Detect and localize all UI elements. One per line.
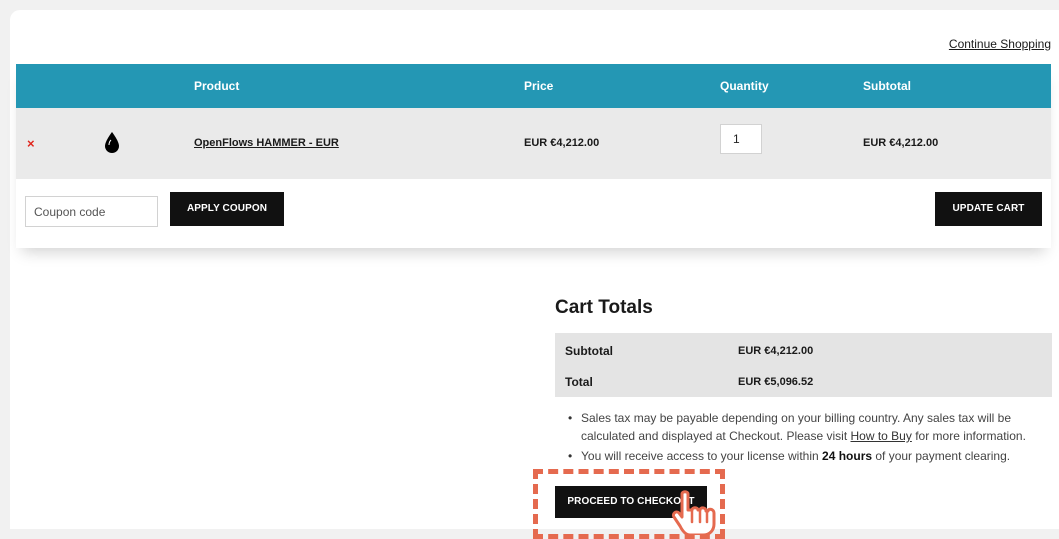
tax-note-suffix: for more information. xyxy=(911,429,1026,443)
remove-item-icon[interactable]: × xyxy=(27,136,35,151)
totals-subtotal-label: Subtotal xyxy=(565,344,613,358)
pointer-hand-icon xyxy=(672,490,716,535)
column-price: Price xyxy=(524,79,554,93)
totals-subtotal-value: EUR €4,212.00 xyxy=(738,345,814,357)
product-price: EUR €4,212.00 xyxy=(524,137,600,149)
access-hours: 24 hours xyxy=(822,449,873,463)
table-row: × OpenFlows HAMMER - EUR EUR €4,212.00 E… xyxy=(16,108,1051,179)
cart-totals-title: Cart Totals xyxy=(555,297,653,318)
continue-shopping-link[interactable]: Continue Shopping xyxy=(949,37,1051,51)
table-header: Product Price Quantity Subtotal xyxy=(16,64,1051,108)
totals-total-value: EUR €5,096.52 xyxy=(738,376,814,388)
how-to-buy-link[interactable]: How to Buy xyxy=(851,429,912,443)
column-quantity: Quantity xyxy=(720,79,769,93)
totals-subtotal-row: Subtotal EUR €4,212.00 xyxy=(555,335,1052,365)
drop-icon xyxy=(105,132,119,153)
cart-notes: Sales tax may be payable depending on yo… xyxy=(566,409,1058,467)
access-note-suffix: of your payment clearing. xyxy=(872,449,1011,463)
access-note: You will receive access to your license … xyxy=(566,447,1058,465)
product-name-link[interactable]: OpenFlows HAMMER - EUR xyxy=(194,137,339,149)
apply-coupon-button[interactable]: APPLY COUPON xyxy=(170,192,284,226)
quantity-input[interactable] xyxy=(720,124,762,154)
totals-total-row: Total EUR €5,096.52 xyxy=(555,366,1052,396)
totals-total-label: Total xyxy=(565,375,593,389)
access-note-text: You will receive access to your license … xyxy=(581,449,823,463)
cart-table: Product Price Quantity Subtotal × OpenFl… xyxy=(16,64,1051,248)
coupon-code-input[interactable] xyxy=(25,196,158,227)
product-subtotal: EUR €4,212.00 xyxy=(863,137,939,149)
column-product: Product xyxy=(194,79,240,93)
update-cart-button[interactable]: UPDATE CART xyxy=(935,192,1042,226)
tax-note: Sales tax may be payable depending on yo… xyxy=(566,409,1058,445)
column-subtotal: Subtotal xyxy=(863,79,911,93)
cart-totals-table: Subtotal EUR €4,212.00 Total EUR €5,096.… xyxy=(555,333,1052,397)
